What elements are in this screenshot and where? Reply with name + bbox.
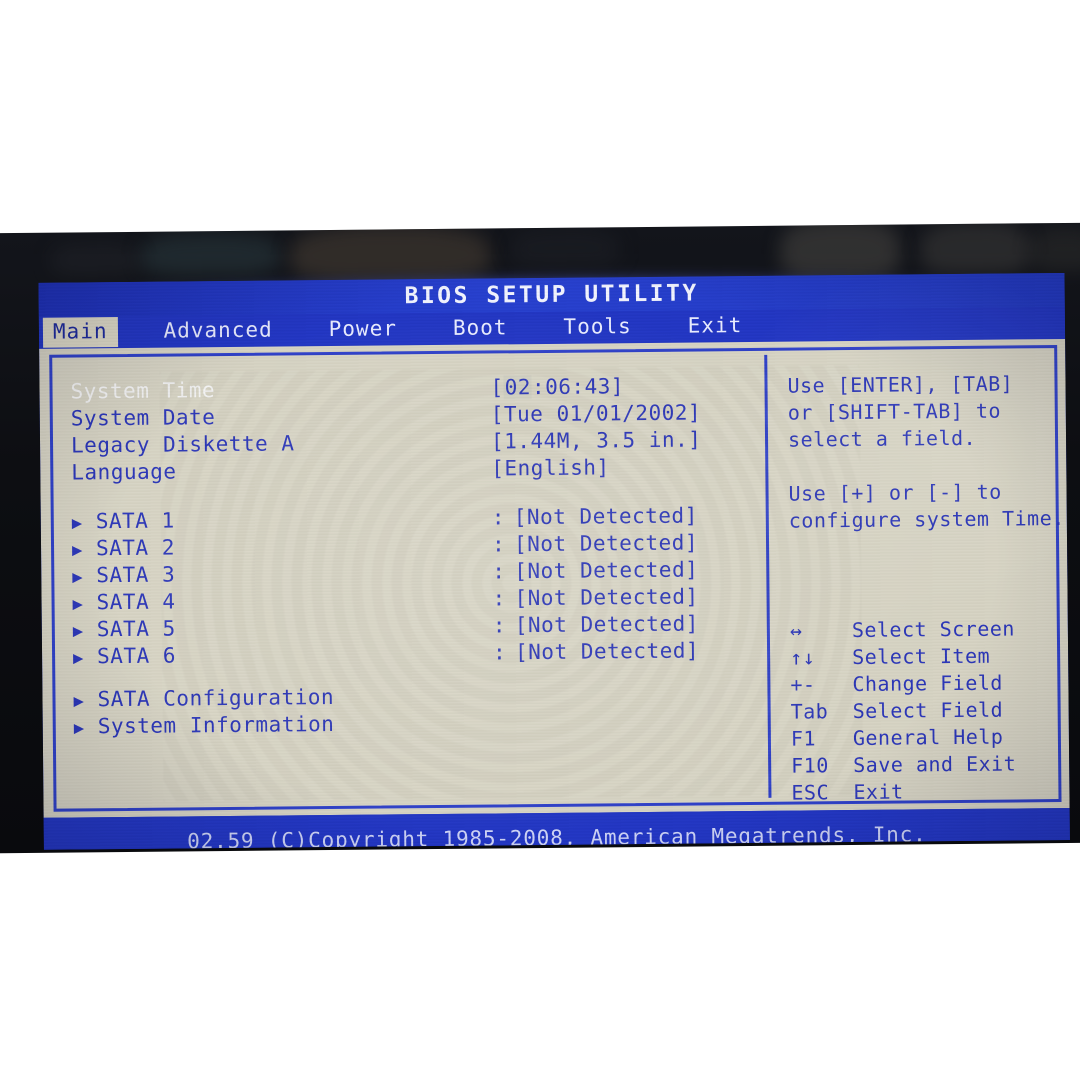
tab-tools[interactable]: Tools	[553, 312, 642, 343]
sata-label: SATA 6	[96, 643, 177, 669]
submenu-arrow-icon: ▶	[72, 621, 84, 642]
help-paragraph-1: Use [ENTER], [TAB] or [SHIFT-TAB] to sel…	[787, 371, 1014, 452]
monitor-bezel: BIOS SETUP UTILITY Main Advanced Power B…	[0, 222, 1080, 854]
sata-value: [Not Detected]	[514, 557, 699, 584]
submenu-label: SATA Configuration	[97, 684, 335, 712]
setting-value[interactable]: [Tue 01/01/2002]	[491, 400, 702, 426]
key-desc: General Help	[852, 724, 1004, 751]
tab-exit[interactable]: Exit	[678, 311, 753, 342]
sata-value: [Not Detected]	[513, 503, 698, 530]
copyright-text: 02.59 (C)Copyright 1985-2008, American M…	[187, 822, 927, 850]
submenu-arrow-icon: ▶	[72, 594, 84, 615]
tab-boot[interactable]: Boot	[443, 313, 518, 344]
key-legend-row-select-screen: ↔ Select Screen	[790, 616, 1070, 646]
photo-of-monitor-bios-screen: BIOS SETUP UTILITY Main Advanced Power B…	[0, 0, 1080, 1080]
sata-colon: :	[492, 586, 506, 611]
sata-label: SATA 4	[96, 589, 176, 615]
help-paragraph-2: Use [+] or [-] to configure system Time.	[788, 479, 1065, 533]
submenu-arrow-icon: ▶	[72, 567, 84, 588]
key-glyph-esc: ESC	[791, 780, 830, 805]
sata-value: [Not Detected]	[514, 611, 699, 638]
setting-label: Language	[71, 459, 177, 485]
time-hour-cursor[interactable]: 02	[503, 375, 533, 400]
sata-label: SATA 5	[96, 616, 176, 642]
key-legend-row-exit: ESC Exit	[791, 778, 1070, 808]
submenu-label: System Information	[97, 711, 335, 739]
bezel-reflection	[1030, 226, 1080, 272]
key-legend-row-select-field: Tab Select Field	[791, 697, 1070, 727]
key-desc: Exit	[853, 779, 904, 805]
submenu-arrow-icon: ▶	[73, 718, 85, 739]
setting-value[interactable]: [02:06:43]	[490, 374, 624, 399]
sata-colon: :	[491, 532, 506, 557]
tab-advanced[interactable]: Advanced	[153, 315, 282, 346]
bezel-reflection	[50, 241, 141, 277]
setting-label: System Time	[70, 378, 216, 404]
key-glyph-f1: F1	[790, 726, 817, 751]
bios-screen: BIOS SETUP UTILITY Main Advanced Power B…	[38, 272, 1070, 850]
setting-label: System Date	[70, 405, 216, 431]
page-title: BIOS SETUP UTILITY	[404, 280, 699, 310]
help-column: Use [ENTER], [TAB] or [SHIFT-TAB] to sel…	[767, 348, 1067, 804]
key-legend-row-general-help: F1 General Help	[791, 724, 1070, 754]
key-desc: Save and Exit	[853, 751, 1017, 778]
sata-value: [Not Detected]	[514, 584, 699, 611]
key-legend-row-change-field: +- Change Field	[790, 670, 1070, 700]
sata-value: [Not Detected]	[514, 638, 700, 665]
sata-colon: :	[492, 640, 507, 665]
tab-power[interactable]: Power	[319, 314, 408, 345]
key-desc: Change Field	[852, 670, 1004, 697]
submenu-arrow-icon: ▶	[73, 648, 84, 669]
submenu-arrow-icon: ▶	[71, 540, 83, 561]
sata-label: SATA 2	[95, 535, 176, 561]
sata-label: SATA 1	[95, 508, 175, 534]
key-legend: ↔ Select Screen ↑↓ Select Item +- Change…	[790, 616, 1070, 808]
tab-main[interactable]: Main	[42, 317, 118, 348]
sata-colon: :	[492, 559, 506, 584]
key-glyph-up-down-arrow-icon: ↑↓	[790, 645, 816, 670]
sata-label: SATA 3	[96, 562, 176, 588]
setting-label: Legacy Diskette A	[70, 431, 295, 458]
setting-value[interactable]: [1.44M, 3.5 in.]	[491, 427, 702, 453]
key-desc: Select Screen	[851, 616, 1016, 643]
key-legend-row-select-item: ↑↓ Select Item	[790, 643, 1070, 673]
key-glyph-left-right-arrow-icon: ↔	[789, 618, 803, 643]
submenu-arrow-icon: ▶	[73, 691, 85, 712]
key-glyph-tab: Tab	[790, 699, 829, 724]
submenu-system-information[interactable]: ▶ System Information	[74, 708, 768, 742]
key-desc: Select Field	[852, 697, 1004, 724]
key-desc: Select Item	[852, 643, 991, 670]
bezel-reflection	[140, 232, 281, 276]
setting-value[interactable]: [English]	[491, 455, 610, 480]
content-area: System Time [02:06:43] System Date [Tue …	[39, 338, 1070, 818]
key-glyph-plus-minus: +-	[790, 672, 816, 697]
settings-column: System Time [02:06:43] System Date [Tue …	[52, 351, 768, 809]
content-frame: System Time [02:06:43] System Date [Tue …	[49, 345, 1065, 812]
sata-colon: :	[491, 505, 506, 530]
bezel-reflection	[510, 227, 621, 269]
sata-value: [Not Detected]	[513, 530, 699, 557]
key-glyph-f10: F10	[791, 753, 829, 778]
sata-colon: :	[492, 613, 507, 638]
key-legend-row-save-and-exit: F10 Save and Exit	[791, 751, 1070, 781]
submenu-arrow-icon: ▶	[71, 513, 83, 534]
